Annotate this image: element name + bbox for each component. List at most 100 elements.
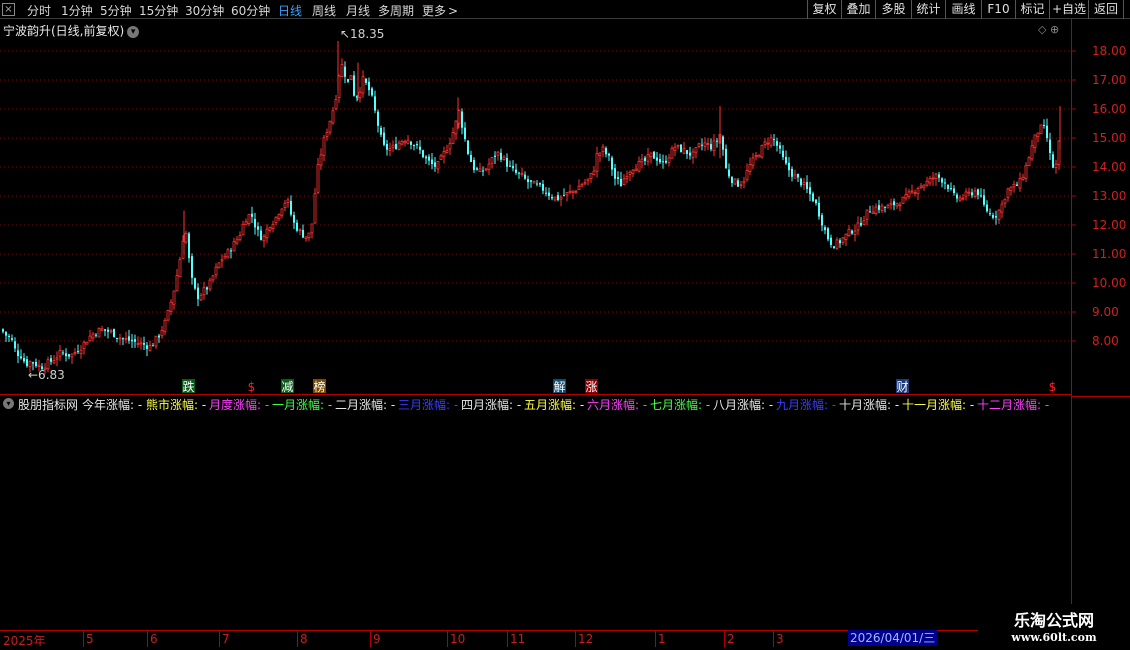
candle-body bbox=[841, 237, 845, 243]
event-marker[interactable]: 解 bbox=[553, 379, 566, 394]
candle-body bbox=[731, 177, 733, 184]
event-marker[interactable]: 减 bbox=[281, 379, 294, 394]
candle-body bbox=[188, 233, 190, 259]
extreme-labels: ↖18.35 ←6.83 bbox=[28, 27, 384, 382]
candle-body bbox=[539, 183, 541, 185]
candle-body bbox=[725, 148, 727, 169]
candle-body bbox=[835, 239, 839, 249]
candle-body bbox=[280, 208, 284, 216]
candle-body bbox=[934, 173, 938, 179]
candle-body bbox=[406, 139, 410, 144]
candle-body bbox=[52, 360, 56, 364]
event-marker[interactable]: $ bbox=[1046, 379, 1059, 394]
candle-body bbox=[676, 144, 680, 147]
event-marker[interactable]: $ bbox=[245, 379, 258, 394]
candle-body bbox=[527, 179, 529, 183]
candle-body bbox=[583, 182, 587, 185]
candle-body bbox=[980, 195, 982, 197]
candle-body bbox=[425, 156, 427, 159]
price-axis: 8.00 9.00 10.00 11.00 12.00 13.00 14.00 15.00 16… bbox=[1071, 44, 1126, 348]
candle-body bbox=[1009, 186, 1013, 192]
candle-body bbox=[442, 150, 446, 158]
candle-body bbox=[785, 156, 787, 164]
candle-body bbox=[680, 144, 682, 153]
date-axis-label: 10 bbox=[450, 632, 466, 646]
candle-body bbox=[763, 141, 767, 146]
candle-body bbox=[802, 181, 806, 185]
candle-body bbox=[670, 147, 674, 159]
candle-body bbox=[656, 157, 658, 161]
event-marker[interactable]: 财 bbox=[896, 379, 909, 394]
candle-body bbox=[827, 228, 829, 240]
candle-body bbox=[532, 181, 536, 184]
candle-body bbox=[653, 151, 655, 159]
indicator-item: 八月涨幅: - bbox=[713, 398, 774, 412]
date-axis-label: 12 bbox=[578, 632, 594, 646]
indicator-dropdown-icon[interactable]: ▾ bbox=[3, 398, 14, 409]
candle-body bbox=[254, 218, 256, 228]
candle-body bbox=[608, 153, 610, 156]
candle-body bbox=[617, 177, 619, 179]
candle-body bbox=[374, 96, 376, 111]
candle-body bbox=[710, 144, 712, 150]
candle-body bbox=[235, 239, 239, 244]
event-marker[interactable]: 跌 bbox=[182, 379, 195, 394]
candle-body bbox=[545, 192, 547, 194]
indicator-name[interactable]: 股朋指标网 bbox=[18, 396, 78, 413]
price-tick-label: 15.00 bbox=[1092, 131, 1126, 145]
candle-body bbox=[662, 161, 664, 163]
candle-body bbox=[869, 211, 871, 213]
candle-body bbox=[860, 222, 862, 226]
event-marker[interactable]: 涨 bbox=[585, 379, 598, 394]
candle-body bbox=[931, 177, 935, 180]
candle-body bbox=[344, 66, 346, 77]
candle-body bbox=[686, 150, 688, 154]
price-tick-label: 12.00 bbox=[1092, 218, 1126, 232]
candle-body bbox=[779, 145, 781, 149]
candle-body bbox=[941, 178, 943, 183]
candle-body bbox=[844, 233, 848, 240]
event-marker[interactable]: 榜 bbox=[313, 379, 326, 394]
candle-body bbox=[238, 235, 242, 241]
candle-body bbox=[464, 127, 466, 140]
candle-body bbox=[146, 345, 148, 349]
candle-body bbox=[184, 233, 188, 243]
candle-body bbox=[319, 154, 323, 166]
candle-body bbox=[628, 171, 632, 175]
candle-body bbox=[580, 184, 584, 187]
event-marker-label: 涨 bbox=[585, 379, 597, 394]
candle-body bbox=[500, 152, 502, 160]
candle-body bbox=[158, 335, 160, 338]
candle-body bbox=[175, 275, 179, 292]
candle-body bbox=[383, 132, 385, 145]
candle-body bbox=[377, 111, 379, 126]
date-axis: 2025年 5 6 7 8 9 10 11 12 1 2 3 bbox=[0, 630, 978, 650]
candlestick-chart[interactable]: 8.00 9.00 10.00 11.00 12.00 13.00 14.00 15.00 16… bbox=[0, 0, 1130, 400]
candle-body bbox=[14, 341, 16, 349]
candle-body bbox=[577, 185, 581, 190]
candle-body bbox=[515, 169, 517, 173]
candle-body bbox=[586, 178, 590, 182]
candle-body bbox=[1036, 132, 1040, 138]
candle-body bbox=[296, 222, 298, 231]
indicator-item: 十一月涨幅: - bbox=[902, 398, 975, 412]
candle-body bbox=[733, 178, 737, 185]
candle-body bbox=[634, 168, 638, 172]
candle-body bbox=[964, 191, 968, 197]
candle-body bbox=[293, 214, 295, 223]
candle-body bbox=[995, 215, 997, 218]
candle-body bbox=[194, 278, 196, 289]
candle-body bbox=[23, 358, 25, 362]
event-markers[interactable]: 跌 $ 减 榜 解 涨 财 $ bbox=[182, 379, 1059, 394]
price-tick-label: 11.00 bbox=[1092, 247, 1126, 261]
candle-body bbox=[977, 189, 979, 196]
indicator-item: 二月涨幅: - bbox=[335, 398, 396, 412]
candle-body bbox=[886, 205, 890, 209]
candle-body bbox=[191, 256, 193, 278]
price-tick-label: 17.00 bbox=[1092, 73, 1126, 87]
candle-body bbox=[506, 158, 508, 167]
candle-body bbox=[107, 329, 109, 332]
candle-body bbox=[131, 339, 133, 342]
indicator-panel[interactable] bbox=[0, 412, 1071, 630]
candle-body bbox=[847, 228, 851, 236]
